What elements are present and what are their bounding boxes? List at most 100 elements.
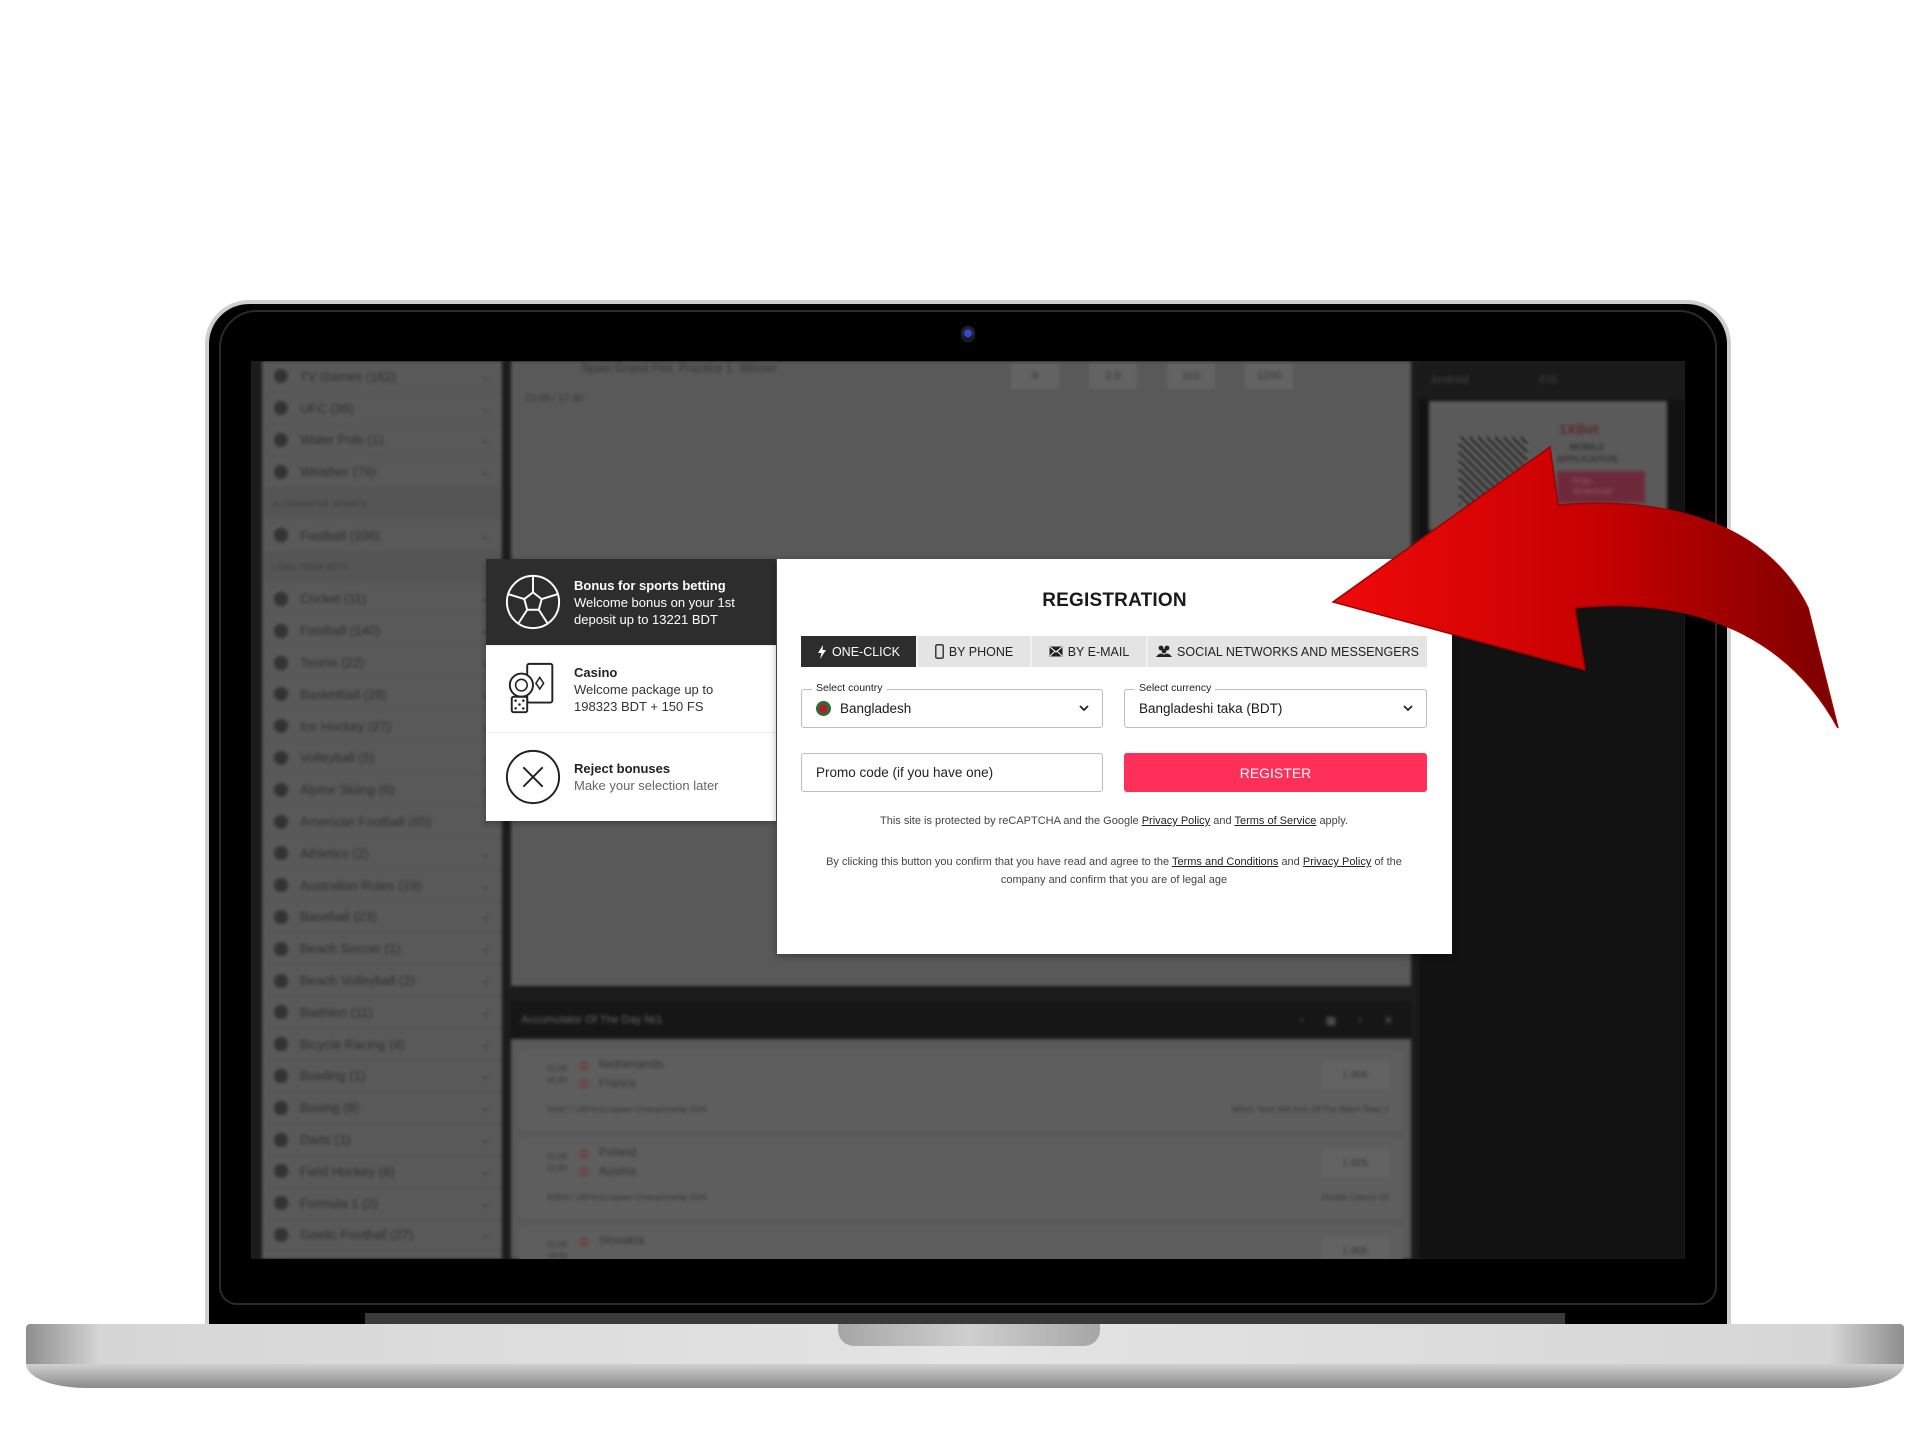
chevron-down-icon[interactable]: ⌄ xyxy=(481,433,490,446)
odds-button[interactable]: 110 xyxy=(1167,363,1215,389)
terms-of-service-link[interactable]: Terms of Service xyxy=(1234,815,1316,827)
sidebar-item[interactable]: Alpine Skiing (6)⌄ xyxy=(262,774,502,807)
bonus-title: Casino xyxy=(574,664,618,680)
sidebar-item[interactable]: Beach Volleyball (2) ⌄ xyxy=(262,965,502,997)
sidebar-item[interactable]: Gaelic Football (27) ⌄ xyxy=(262,1220,502,1252)
tab-android[interactable]: Android xyxy=(1431,374,1469,386)
terms-and-conditions-link[interactable]: Terms and Conditions xyxy=(1172,856,1278,868)
cloud-icon xyxy=(274,464,288,479)
chevron-down-icon[interactable]: ⌄ xyxy=(481,529,490,542)
sidebar-item[interactable]: Cricket (11)⌄ xyxy=(262,584,502,616)
sidebar-item[interactable]: Football (106) ⌄ xyxy=(262,520,502,552)
privacy-policy-link[interactable]: Privacy Policy xyxy=(1142,815,1210,827)
country-legend: Select country xyxy=(812,682,887,694)
sidebar-item-label: Formula 1 (2) xyxy=(300,1195,379,1211)
odds-button[interactable]: 1.905 xyxy=(1321,1237,1389,1259)
chevron-down-icon[interactable]: ⌄ xyxy=(481,1038,490,1051)
sidebar-item-label: Basketball (28) xyxy=(300,686,387,702)
tab-by-phone[interactable]: BY PHONE xyxy=(918,636,1032,667)
lightning-icon xyxy=(817,644,826,659)
next-icon[interactable]: › xyxy=(1358,1014,1362,1027)
sidebar-item[interactable]: Bowling (1) ⌄ xyxy=(262,1061,502,1093)
chevron-down-icon[interactable]: ⌄ xyxy=(481,910,490,923)
sidebar-item-label: Beach Soccer (1) xyxy=(300,941,401,957)
tab-ios[interactable]: iOS xyxy=(1539,374,1557,386)
sidebar-item[interactable]: Bicycle Racing (4) ⌄ xyxy=(262,1029,502,1061)
sidebar-item[interactable]: Golf (10)⌄ xyxy=(262,1251,502,1259)
odds-button[interactable]: 9 xyxy=(1011,363,1059,389)
odds-button[interactable]: 1200 xyxy=(1245,363,1293,389)
country-select[interactable]: Select country Bangladesh xyxy=(801,682,1103,728)
chevron-down-icon xyxy=(1079,705,1089,712)
sidebar-item[interactable]: Field Hockey (6) ⌄ xyxy=(262,1156,502,1188)
sidebar-item[interactable]: Athletics (2) ⌄ xyxy=(262,838,502,870)
chevron-down-icon[interactable]: ⌄ xyxy=(481,402,490,415)
sidebar-item[interactable]: Basketball (28)⌄ xyxy=(262,679,502,711)
tab-label: BY E-MAIL xyxy=(1067,644,1130,659)
sidebar-item[interactable]: Biathlon (11) ⌄ xyxy=(262,997,502,1029)
sidebar-item[interactable]: American Football (65) ⌄ xyxy=(262,806,502,838)
ufc-icon xyxy=(274,401,288,416)
chevron-down-icon[interactable]: ⌄ xyxy=(481,1069,490,1082)
sidebar-item[interactable]: Water Polo (1) ⌄ xyxy=(262,425,502,457)
chevron-down-icon[interactable]: ⌄ xyxy=(481,1101,490,1114)
match-time: 22.06 01:00 xyxy=(547,1064,568,1085)
odds-button[interactable]: 1.925 xyxy=(1321,1149,1389,1177)
sidebar-item[interactable]: Ice Hockey (27)⌄ xyxy=(262,711,502,743)
sidebar-item-label: Weather (76) xyxy=(300,464,376,480)
odds-button[interactable]: 2.5 xyxy=(1089,363,1137,389)
bonus-option-sports[interactable]: Bonus for sports betting Welcome bonus o… xyxy=(486,559,776,646)
chevron-down-icon[interactable]: ⌄ xyxy=(481,879,490,892)
sidebar-item[interactable]: Australian Rules (19) ⌄ xyxy=(262,870,502,902)
chevron-down-icon[interactable]: ⌄ xyxy=(481,465,490,478)
consent-notice: By clicking this button you confirm that… xyxy=(801,853,1427,889)
chevron-down-icon[interactable]: ⌄ xyxy=(481,1006,490,1019)
sidebar-item-label: Tennis (22) xyxy=(300,655,365,671)
bonus-selection-panel: Bonus for sports betting Welcome bonus o… xyxy=(486,559,776,821)
bonus-option-reject[interactable]: Reject bonuses Make your selection later xyxy=(486,733,776,820)
recaptcha-text: This site is protected by reCAPTCHA and … xyxy=(880,815,1139,827)
tab-by-email[interactable]: BY E-MAIL xyxy=(1032,636,1148,667)
american-football-icon xyxy=(274,814,288,829)
sidebar-item-label: American Football (65) xyxy=(300,814,432,830)
tab-social-networks[interactable]: SOCIAL NETWORKS AND MESSENGERS xyxy=(1148,636,1427,667)
chevron-down-icon[interactable]: ⌄ xyxy=(481,974,490,987)
register-button[interactable]: REGISTER xyxy=(1124,753,1427,792)
sidebar-item[interactable]: Darts (1) ⌄ xyxy=(262,1124,502,1156)
promo-code-input[interactable]: Promo code (if you have one) xyxy=(801,753,1103,792)
chevron-down-icon[interactable]: ⌄ xyxy=(481,942,490,955)
currency-select[interactable]: Select currency Bangladeshi taka (BDT) xyxy=(1124,682,1427,728)
chevron-down-icon[interactable]: ⌄ xyxy=(481,847,490,860)
darts-icon xyxy=(274,1132,288,1147)
odds-button[interactable]: 1.909 xyxy=(1321,1061,1389,1089)
sidebar-item-label: Baseball (23) xyxy=(300,909,377,925)
chevron-down-icon[interactable]: ⌄ xyxy=(481,370,490,383)
calendar-icon[interactable]: ▦ xyxy=(1326,1014,1336,1027)
sidebar-item[interactable]: UFC (39) ⌄ xyxy=(262,393,502,425)
sidebar-item[interactable]: Weather (76) ⌄ xyxy=(262,456,502,489)
tab-one-click[interactable]: ONE-CLICK xyxy=(801,636,918,667)
chevron-down-icon[interactable]: ⌄ xyxy=(481,1133,490,1146)
chevron-down-icon[interactable]: ⌄ xyxy=(481,1228,490,1241)
sidebar-item[interactable]: Boxing (8) ⌄ xyxy=(262,1092,502,1125)
accumulator-card: 22.06 01:00 Netherlands France 50447 / U… xyxy=(519,1049,1403,1131)
download-button[interactable]: Free download xyxy=(1557,471,1645,503)
chevron-down-icon[interactable]: ⌄ xyxy=(481,1197,490,1210)
sidebar-item-label: Athletics (2) xyxy=(300,845,369,861)
sidebar-item[interactable]: Volleyball (5)⌄ xyxy=(262,743,502,775)
sidebar-item[interactable]: Beach Soccer (1) ⌄ xyxy=(262,933,502,966)
chevron-down-icon[interactable]: ⌄ xyxy=(481,1165,490,1178)
sidebar-item[interactable]: Formula 1 (2) ⌄ xyxy=(262,1188,502,1220)
tv-icon xyxy=(274,369,288,384)
prev-icon[interactable]: ‹ xyxy=(1300,1014,1304,1027)
close-icon[interactable]: ✕ xyxy=(1384,1014,1393,1027)
sidebar-item[interactable]: TV Games (162) ⌄ xyxy=(262,361,502,393)
sidebar-item[interactable]: Football (140)⌄ xyxy=(262,615,502,648)
sidebar-item-label: Australian Rules (19) xyxy=(300,877,422,893)
team-1: Slovakia xyxy=(599,1233,645,1247)
sidebar-item[interactable]: Baseball (23) ⌄ xyxy=(262,902,502,934)
bonus-option-casino[interactable]: Casino Welcome package up to 198323 BDT … xyxy=(486,646,776,733)
sidebar-item[interactable]: Tennis (22)⌄ xyxy=(262,647,502,679)
sidebar-item-label: Volleyball (5) xyxy=(300,750,375,766)
privacy-policy-link[interactable]: Privacy Policy xyxy=(1303,856,1371,868)
